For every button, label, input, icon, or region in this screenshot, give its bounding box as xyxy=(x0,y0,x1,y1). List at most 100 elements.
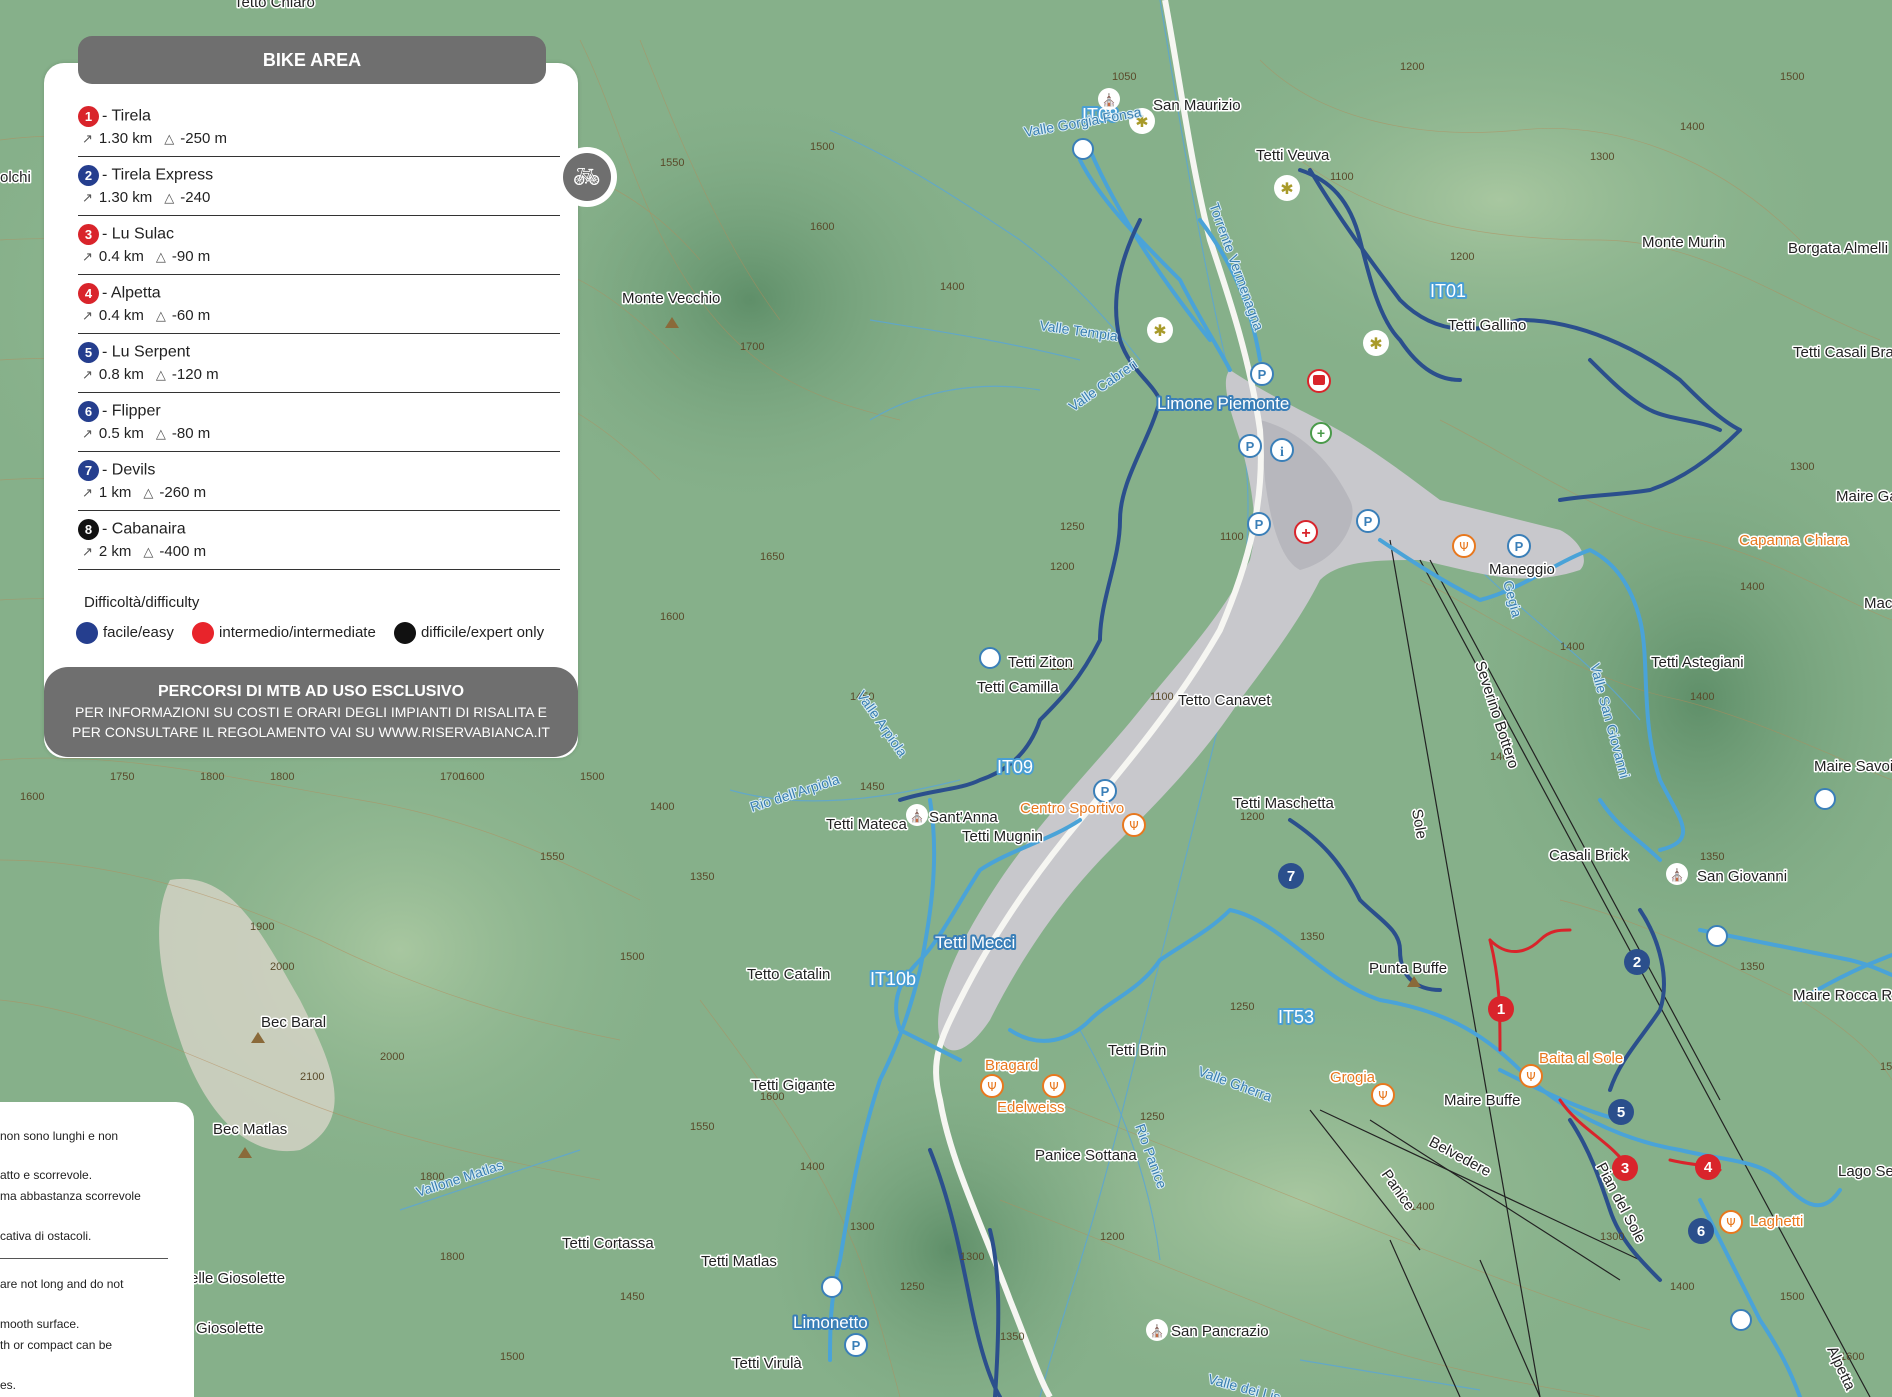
svg-text:elle Giosolette: elle Giosolette xyxy=(190,1270,285,1287)
svg-text:1200: 1200 xyxy=(1100,1231,1124,1243)
route-descent: -400 m xyxy=(159,543,207,560)
viewpoint-icon: ✱ xyxy=(1363,330,1389,356)
svg-text:1500: 1500 xyxy=(580,771,604,783)
distance-icon: ↗ xyxy=(82,249,93,264)
distance-icon: ↗ xyxy=(82,544,93,559)
legend-route-4: 4- Alpetta ↗ 0.4 km △ -60 m xyxy=(78,275,560,334)
descent-icon: △ xyxy=(155,308,166,323)
parking-icon: P xyxy=(1238,434,1262,458)
restaurant-icon: Ψ xyxy=(1371,1083,1395,1107)
svg-text:1100: 1100 xyxy=(1330,171,1354,183)
svg-text:i: i xyxy=(1280,445,1284,460)
trail-label-it09: IT09 xyxy=(997,757,1033,777)
svg-text:2000: 2000 xyxy=(380,1051,404,1063)
route-name: - Tirela Express xyxy=(102,166,214,184)
route-descent: -240 xyxy=(180,189,211,206)
route-name: - Devils xyxy=(102,461,156,479)
trail-marker-5: 5 xyxy=(1608,1099,1634,1125)
svg-text:1600: 1600 xyxy=(810,221,834,233)
svg-text:1800: 1800 xyxy=(440,1251,464,1263)
route-descent: -90 m xyxy=(171,248,211,265)
parking-icon: P xyxy=(1250,362,1274,386)
svg-text:Maneggio: Maneggio xyxy=(1489,561,1555,578)
restaurant-icon: Ψ xyxy=(980,1074,1004,1098)
svg-text:Tetti Gigante: Tetti Gigante xyxy=(751,1077,835,1094)
distance-icon: ↗ xyxy=(82,308,93,323)
route-descent: -80 m xyxy=(171,425,211,442)
route-distance: 1.30 km xyxy=(98,130,153,147)
svg-text:Tetto Chiaro: Tetto Chiaro xyxy=(234,0,315,11)
route-distance: 0.4 km xyxy=(98,307,144,324)
svg-text:1100: 1100 xyxy=(1220,531,1244,543)
route-number-badge: 7 xyxy=(78,460,99,481)
svg-text:Ψ: Ψ xyxy=(1459,540,1468,554)
route-number-badge: 6 xyxy=(78,401,99,422)
notice-line-1: PER INFORMAZIONI SU COSTI E ORARI DEGLI … xyxy=(75,704,547,720)
svg-text:P: P xyxy=(1515,539,1524,554)
svg-text:⛪: ⛪ xyxy=(910,808,925,823)
svg-text:P: P xyxy=(1246,439,1255,454)
svg-text:1300: 1300 xyxy=(850,1221,874,1233)
svg-text:Tetti Matlas: Tetti Matlas xyxy=(701,1253,777,1270)
svg-text:✱: ✱ xyxy=(1280,179,1293,198)
distance-icon: ↗ xyxy=(82,131,93,146)
svg-text:1200: 1200 xyxy=(1400,61,1424,73)
distance-icon: ↗ xyxy=(82,485,93,500)
info-line: cativa di ostacoli. xyxy=(0,1229,92,1243)
route-descent: -250 m xyxy=(180,130,227,147)
svg-text:1650: 1650 xyxy=(760,551,784,563)
svg-text:1400: 1400 xyxy=(800,1161,824,1173)
svg-text:P: P xyxy=(1101,784,1110,799)
descent-icon: △ xyxy=(155,426,166,441)
svg-text:Monte Murin: Monte Murin xyxy=(1642,234,1725,251)
svg-text:1500: 1500 xyxy=(500,1351,524,1363)
easy-dot xyxy=(76,622,98,644)
distance-icon: ↗ xyxy=(82,426,93,441)
svg-text:Tetti Veuva: Tetti Veuva xyxy=(1256,147,1330,164)
svg-text:Tetti Cortassa: Tetti Cortassa xyxy=(562,1235,654,1252)
legend-route-3: 3- Lu Sulac ↗ 0.4 km △ -90 m xyxy=(78,216,560,275)
svg-text:1550: 1550 xyxy=(690,1121,714,1133)
svg-text:1600: 1600 xyxy=(460,771,484,783)
svg-text:Maire Gav: Maire Gav xyxy=(1836,488,1892,505)
church-icon: ⛪ xyxy=(1146,1319,1168,1341)
svg-text:Tetti Gallino: Tetti Gallino xyxy=(1448,317,1526,334)
svg-text:Limone Piemonte: Limone Piemonte xyxy=(1157,394,1289,413)
svg-text:Laghetti: Laghetti xyxy=(1750,1213,1803,1230)
bike-station-icon xyxy=(1730,1309,1752,1331)
mtb-notice: PERCORSI DI MTB AD USO ESCLUSIVO PER INF… xyxy=(44,667,578,757)
svg-text:Mac: Mac xyxy=(1864,595,1892,612)
svg-text:1500: 1500 xyxy=(810,141,834,153)
route-name: - Flipper xyxy=(102,402,161,420)
parking-icon: P xyxy=(1507,534,1531,558)
svg-text:Tetto Catalin: Tetto Catalin xyxy=(747,966,830,983)
distance-icon: ↗ xyxy=(82,367,93,382)
route-descent: -60 m xyxy=(171,307,211,324)
difficulty-easy: facile/easy xyxy=(103,623,174,641)
svg-text:Tetti Brin: Tetti Brin xyxy=(1108,1042,1166,1059)
difficulty-title: Difficoltà/difficulty xyxy=(84,594,200,611)
svg-text:P: P xyxy=(1255,517,1264,532)
svg-text:P: P xyxy=(1258,367,1267,382)
svg-text:1250: 1250 xyxy=(1140,1111,1164,1123)
church-icon: ⛪ xyxy=(1666,863,1688,885)
svg-text:2: 2 xyxy=(1633,954,1641,971)
route-number-badge: 4 xyxy=(78,283,99,304)
svg-text:4: 4 xyxy=(1704,1159,1713,1176)
svg-text:1250: 1250 xyxy=(1230,1001,1254,1013)
trail-marker-1: 1 xyxy=(1488,996,1514,1022)
svg-text:Bec Matlas: Bec Matlas xyxy=(213,1121,287,1138)
svg-text:Tetti Astegiani: Tetti Astegiani xyxy=(1651,654,1744,671)
bike-station-icon xyxy=(1072,138,1094,160)
svg-text:Casali Brick: Casali Brick xyxy=(1549,847,1629,864)
route-name: - Cabanaira xyxy=(102,520,186,538)
trail-label-it10b: IT10b xyxy=(870,969,916,989)
svg-text:+: + xyxy=(1317,425,1325,441)
route-distance: 0.5 km xyxy=(98,425,144,442)
svg-text:⛪: ⛪ xyxy=(1102,92,1117,107)
svg-text:Ψ: Ψ xyxy=(1378,1089,1387,1103)
legend-route-2: 2- Tirela Express ↗ 1.30 km △ -240 xyxy=(78,157,560,216)
svg-text:1400: 1400 xyxy=(1680,121,1704,133)
difficulty-legend: facile/easy intermedio/intermediate diff… xyxy=(76,622,558,644)
viewpoint-icon: ✱ xyxy=(1274,175,1300,201)
